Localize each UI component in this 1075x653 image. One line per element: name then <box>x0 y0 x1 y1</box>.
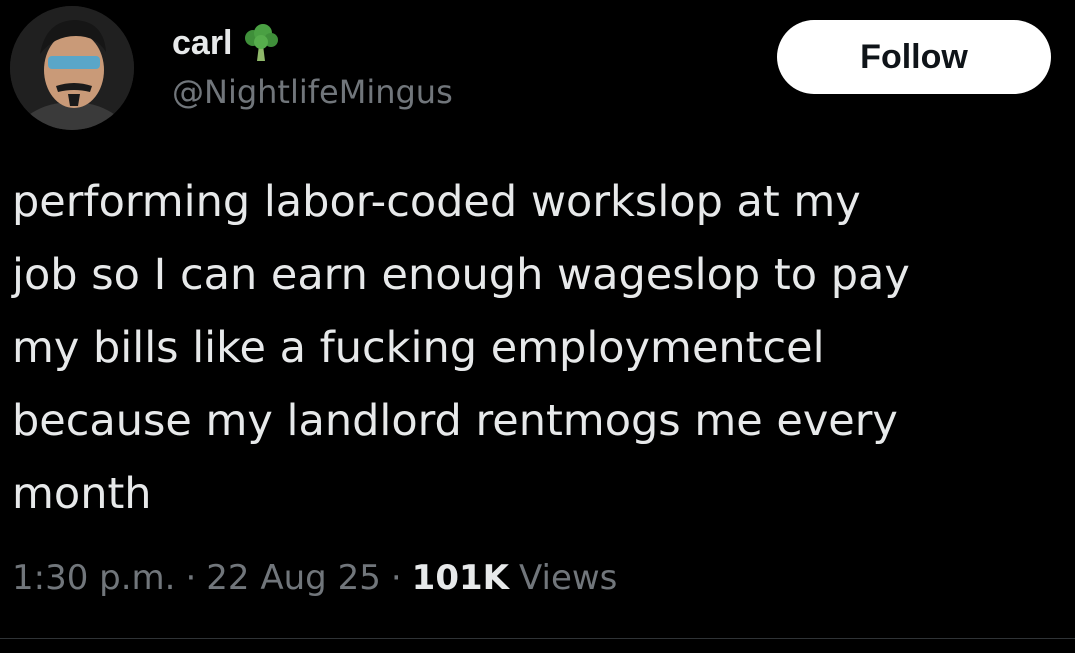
meta-separator: · <box>390 558 402 598</box>
tweet-time[interactable]: 1:30 p.m. <box>12 558 175 598</box>
views-label: Views <box>518 558 618 598</box>
avatar-icon <box>10 6 134 130</box>
meta-separator: · <box>185 558 197 598</box>
follow-button[interactable]: Follow <box>777 20 1051 94</box>
display-name[interactable]: carl <box>172 26 233 60</box>
tweet-card: carl @NightlifeMingus Follow performing … <box>0 0 1075 653</box>
tweet-text: performing labor-coded workslop at my jo… <box>12 177 910 519</box>
divider <box>0 638 1075 639</box>
broccoli-icon <box>241 23 281 63</box>
display-name-row[interactable]: carl <box>172 18 281 68</box>
tweet-date[interactable]: 22 Aug 25 <box>206 558 381 598</box>
views-count[interactable]: 101K <box>412 558 509 598</box>
avatar[interactable] <box>10 6 134 130</box>
user-handle[interactable]: @NightlifeMingus <box>172 76 453 108</box>
tweet-meta: 1:30 p.m. · 22 Aug 25 · 101K Views <box>12 556 617 600</box>
